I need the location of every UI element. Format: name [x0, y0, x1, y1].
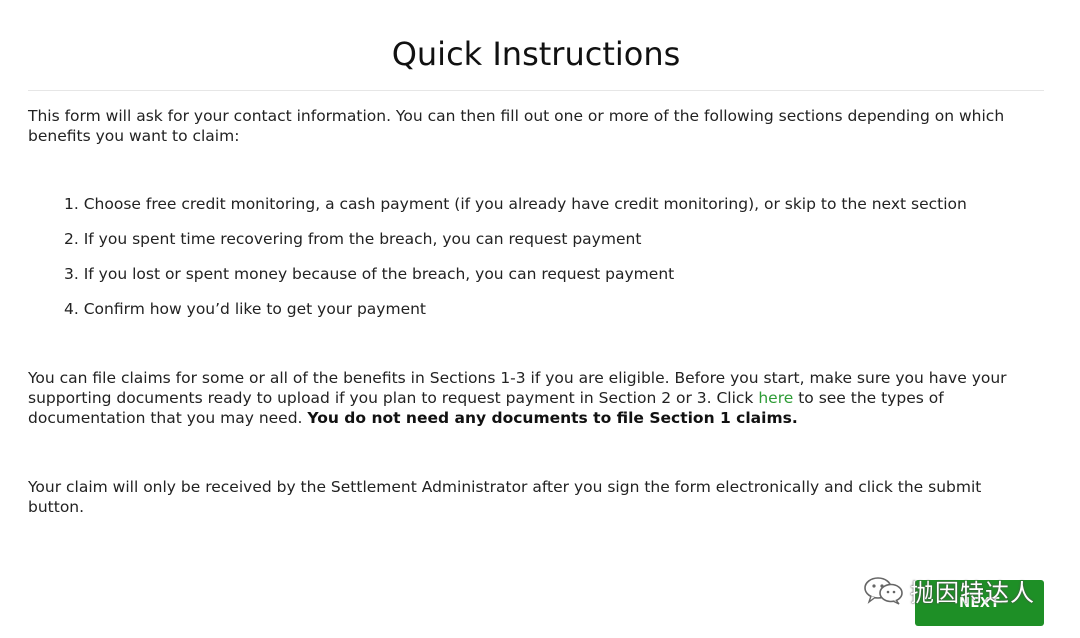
list-item: 1. Choose free credit monitoring, a cash… — [64, 195, 967, 213]
list-item: 3. If you lost or spent money because of… — [64, 265, 675, 283]
intro-text: This form will ask for your contact info… — [28, 107, 1005, 145]
submit-note: Your claim will only be received by the … — [28, 478, 982, 516]
page-title: Quick Instructions — [391, 35, 681, 73]
list-item: 2. If you spent time recovering from the… — [64, 230, 642, 248]
list-item: 4. Confirm how you’d like to get your pa… — [64, 300, 427, 318]
next-button[interactable]: NEXT — [915, 580, 1044, 626]
documents-note: You can file claims for some or all of t… — [28, 368, 1028, 428]
steps-list: 1. Choose free credit monitoring, a cash… — [64, 194, 1024, 334]
title-divider — [28, 90, 1044, 91]
documentation-here-link[interactable]: here — [758, 389, 793, 407]
no-documents-needed-note: You do not need any documents to file Se… — [307, 409, 798, 427]
instructions-page: Quick Instructions This form will ask fo… — [28, 0, 1044, 638]
